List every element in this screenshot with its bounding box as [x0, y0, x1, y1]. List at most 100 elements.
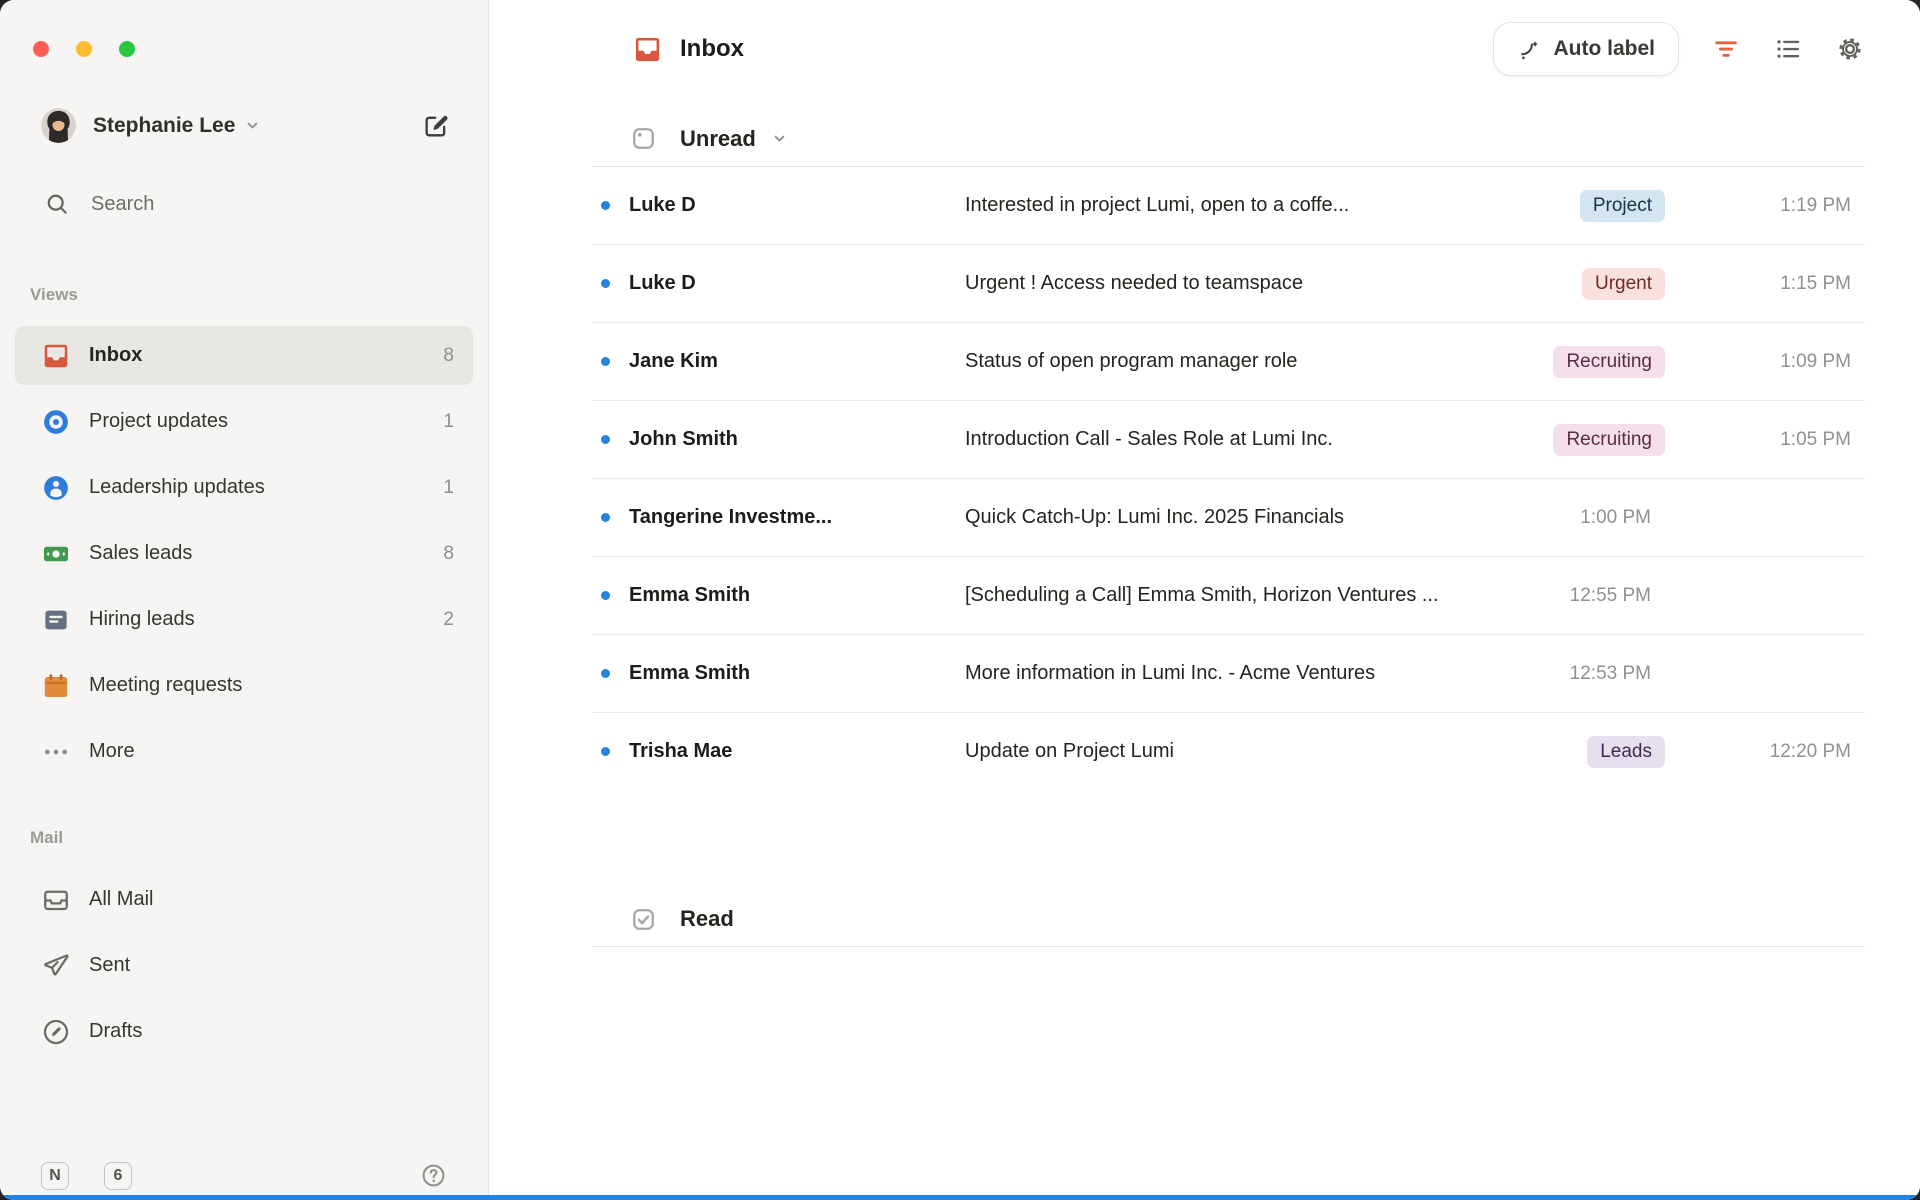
search-label: Search: [91, 193, 154, 216]
auto-label-icon: [1517, 37, 1542, 62]
list-view-icon[interactable]: [1773, 34, 1803, 64]
chevron-down-icon: [243, 116, 262, 135]
email-row[interactable]: John Smith Introduction Call - Sales Rol…: [592, 401, 1865, 479]
inbox-count-badge[interactable]: 6: [104, 1162, 132, 1190]
sidebar-footer: N 6: [0, 1158, 488, 1200]
read-checkbox-icon[interactable]: [630, 906, 657, 933]
unread-dot-icon: [601, 435, 610, 444]
sidebar-item-label: Sent: [89, 954, 130, 977]
sidebar-view-item[interactable]: Inbox 8: [15, 326, 473, 385]
header-toolbar: Auto label: [1493, 22, 1865, 76]
mail-app-window: Stephanie Lee Search Views Inbox 8 Proje…: [0, 0, 1920, 1200]
read-group-header[interactable]: Read: [592, 892, 1865, 947]
email-sender: Luke D: [629, 194, 965, 217]
auto-label-button-text: Auto label: [1553, 37, 1655, 61]
email-subject: Quick Catch-Up: Lumi Inc. 2025 Financial…: [965, 506, 1485, 529]
sidebar-view-item[interactable]: More: [15, 722, 473, 781]
email-tag-badge: Urgent: [1582, 268, 1665, 300]
unread-dot-icon: [601, 279, 610, 288]
unread-dot-icon: [601, 357, 610, 366]
email-subject: More information in Lumi Inc. - Acme Ven…: [965, 662, 1485, 685]
email-subject: Introduction Call - Sales Role at Lumi I…: [965, 428, 1485, 451]
main-content: Inbox Auto label Unread Luke D: [489, 0, 1920, 1200]
email-row[interactable]: Emma Smith [Scheduling a Call] Emma Smit…: [592, 557, 1865, 635]
unread-group-header[interactable]: Unread: [592, 111, 1865, 167]
notion-logo-badge[interactable]: N: [41, 1162, 69, 1190]
email-sender: Jane Kim: [629, 350, 965, 373]
email-time: 12:53 PM: [1570, 663, 1665, 685]
email-tag-badge: Leads: [1587, 736, 1665, 768]
sidebar-item-label: Meeting requests: [89, 674, 242, 697]
sidebar-item-label: More: [89, 740, 135, 763]
sidebar-view-item[interactable]: Meeting requests: [15, 656, 473, 715]
meeting-requests-icon: [41, 671, 71, 701]
sidebar-view-item[interactable]: Hiring leads 2: [15, 590, 473, 649]
sidebar-item-label: Hiring leads: [89, 608, 195, 631]
sidebar-view-item[interactable]: Leadership updates 1: [15, 458, 473, 517]
email-row[interactable]: Luke D Urgent ! Access needed to teamspa…: [592, 245, 1865, 323]
unread-group-label: Unread: [680, 126, 756, 152]
email-subject: Status of open program manager role: [965, 350, 1485, 373]
minimize-window-button[interactable]: [76, 41, 92, 57]
views-section-label: Views: [30, 285, 488, 305]
email-subject: [Scheduling a Call] Emma Smith, Horizon …: [965, 584, 1485, 607]
email-row[interactable]: Trisha Mae Update on Project Lumi Leads …: [592, 713, 1865, 790]
email-time: 1:15 PM: [1780, 273, 1865, 295]
email-row[interactable]: Emma Smith More information in Lumi Inc.…: [592, 635, 1865, 713]
email-row[interactable]: Jane Kim Status of open program manager …: [592, 323, 1865, 401]
compose-button[interactable]: [422, 112, 450, 140]
sidebar-item-label: Sales leads: [89, 542, 192, 565]
inbox-icon: [632, 34, 663, 65]
email-tag-badge: Project: [1580, 190, 1665, 222]
mail-list: All Mail Sent Drafts: [0, 870, 488, 1068]
sidebar-mail-item[interactable]: Sent: [15, 936, 473, 995]
email-sender: Trisha Mae: [629, 740, 965, 763]
email-sender: Luke D: [629, 272, 965, 295]
email-row[interactable]: Luke D Interested in project Lumi, open …: [592, 167, 1865, 245]
email-time: 12:20 PM: [1770, 741, 1865, 763]
unread-dot-icon: [601, 747, 610, 756]
email-time: 1:00 PM: [1580, 507, 1665, 529]
user-avatar: [41, 108, 76, 143]
email-subject: Interested in project Lumi, open to a co…: [965, 194, 1485, 217]
email-time: 12:55 PM: [1570, 585, 1665, 607]
sidebar-item-count: 2: [443, 609, 454, 631]
chevron-down-icon[interactable]: [770, 129, 789, 148]
inbox-icon: [41, 341, 71, 371]
sidebar-item-count: 8: [443, 345, 454, 367]
email-sender: Emma Smith: [629, 662, 965, 685]
email-tag-badge: Recruiting: [1553, 346, 1665, 378]
sidebar-view-item[interactable]: Project updates 1: [15, 392, 473, 451]
close-window-button[interactable]: [33, 41, 49, 57]
read-group-label: Read: [680, 906, 734, 932]
sidebar-view-item[interactable]: Sales leads 8: [15, 524, 473, 583]
auto-label-button[interactable]: Auto label: [1493, 22, 1679, 76]
settings-gear-icon[interactable]: [1835, 34, 1865, 64]
email-sender: John Smith: [629, 428, 965, 451]
email-time: 1:05 PM: [1780, 429, 1865, 451]
search-button[interactable]: Search: [44, 191, 488, 217]
email-row[interactable]: Tangerine Investme... Quick Catch-Up: Lu…: [592, 479, 1865, 557]
filter-icon[interactable]: [1711, 34, 1741, 64]
user-account-row[interactable]: Stephanie Lee: [41, 108, 450, 143]
sidebar-item-count: 1: [443, 411, 454, 433]
all-mail-icon: [41, 885, 71, 915]
hiring-leads-icon: [41, 605, 71, 635]
email-subject: Urgent ! Access needed to teamspace: [965, 272, 1485, 295]
sidebar-item-count: 1: [443, 477, 454, 499]
sidebar-mail-item[interactable]: All Mail: [15, 870, 473, 929]
help-icon[interactable]: [420, 1162, 447, 1189]
email-time: 1:09 PM: [1780, 351, 1865, 373]
sidebar: Stephanie Lee Search Views Inbox 8 Proje…: [0, 0, 489, 1200]
email-tag-badge: Recruiting: [1553, 424, 1665, 456]
user-name: Stephanie Lee: [93, 114, 235, 138]
sales-leads-icon: [41, 539, 71, 569]
email-subject: Update on Project Lumi: [965, 740, 1485, 763]
unread-dot-icon: [601, 591, 610, 600]
zoom-window-button[interactable]: [119, 41, 135, 57]
main-header: Inbox Auto label: [592, 23, 1865, 75]
sidebar-mail-item[interactable]: Drafts: [15, 1002, 473, 1061]
sent-icon: [41, 951, 71, 981]
drafts-icon: [41, 1017, 71, 1047]
unread-checkbox-icon[interactable]: [630, 125, 657, 152]
